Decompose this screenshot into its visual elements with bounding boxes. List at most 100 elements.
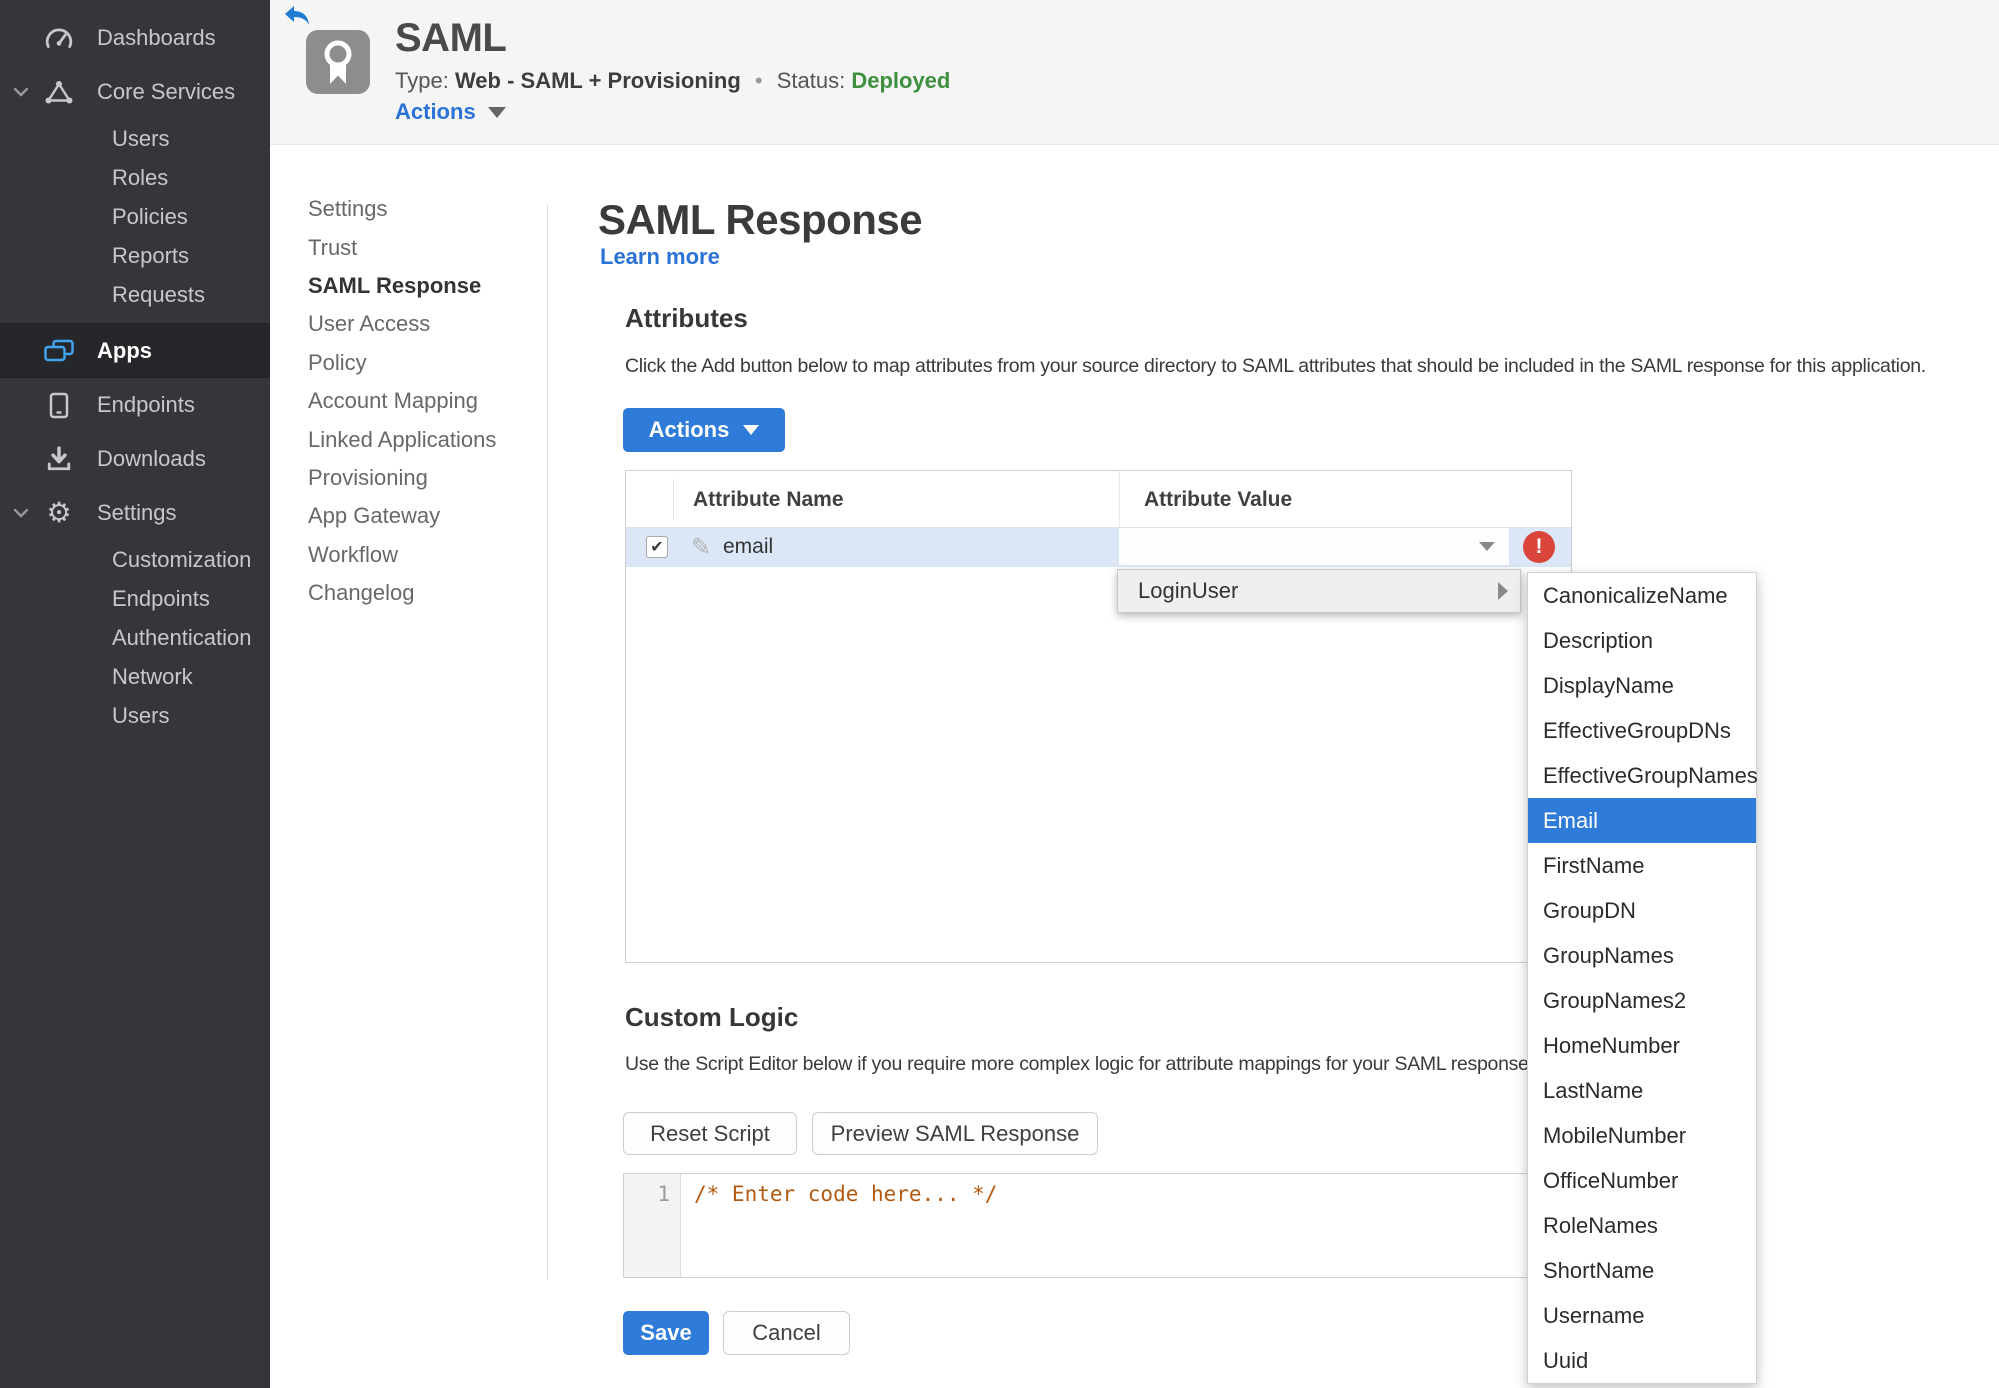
option-mobilenumber[interactable]: MobileNumber — [1528, 1113, 1756, 1158]
sidebar-label: Endpoints — [97, 392, 195, 417]
sidebar-item-settings-endpoints[interactable]: Endpoints — [0, 579, 270, 618]
sidebar-item-downloads[interactable]: Downloads — [0, 432, 270, 486]
script-editor[interactable]: 1 /* Enter code here... */ — [623, 1173, 1553, 1278]
subnav-item-account-mapping[interactable]: Account Mapping — [308, 382, 538, 420]
sidebar-item-reports[interactable]: Reports — [0, 236, 270, 275]
option-groupdn[interactable]: GroupDN — [1528, 888, 1756, 933]
column-divider — [1119, 471, 1120, 527]
sidebar-item-requests[interactable]: Requests — [0, 275, 270, 314]
chevron-down-icon[interactable] — [13, 508, 31, 518]
sidebar-item-users[interactable]: Users — [0, 119, 270, 158]
subnav-item-linked-applications[interactable]: Linked Applications — [308, 420, 538, 458]
value-menu-root-label: LoginUser — [1138, 578, 1239, 603]
subnav-item-policy[interactable]: Policy — [308, 344, 538, 382]
sidebar-sublabel: Reports — [112, 242, 190, 268]
error-icon: ! — [1523, 531, 1555, 563]
sidebar-sublabel: Network — [112, 663, 193, 689]
sidebar: Dashboards Core Services Users Roles Pol… — [0, 0, 270, 1388]
option-email[interactable]: Email — [1528, 798, 1756, 843]
sidebar-item-endpoints[interactable]: Endpoints — [0, 378, 270, 432]
page-title: SAML Response — [598, 196, 923, 243]
sidebar-sublabel: Endpoints — [112, 585, 210, 611]
attribute-value-select[interactable] — [1119, 528, 1509, 565]
sidebar-sublabel: Requests — [112, 281, 205, 307]
cancel-button[interactable]: Cancel — [723, 1311, 850, 1355]
header-actions-menu[interactable]: Actions — [395, 99, 506, 125]
sidebar-sublabel: Users — [112, 125, 170, 151]
sidebar-item-roles[interactable]: Roles — [0, 158, 270, 197]
attributes-heading: Attributes — [625, 303, 748, 333]
subnav-item-settings[interactable]: Settings — [308, 190, 538, 228]
back-arrow-icon[interactable] — [283, 5, 311, 27]
sidebar-item-customization[interactable]: Customization — [0, 540, 270, 579]
reset-script-button[interactable]: Reset Script — [623, 1112, 797, 1155]
sidebar-item-authentication[interactable]: Authentication — [0, 618, 270, 657]
attribute-name-cell: email — [723, 535, 774, 558]
option-officenumber[interactable]: OfficeNumber — [1528, 1158, 1756, 1203]
column-divider — [673, 479, 674, 519]
type-value: Web - SAML + Provisioning — [454, 68, 741, 93]
sidebar-item-dashboards[interactable]: Dashboards — [0, 11, 270, 65]
sidebar-label: Settings — [97, 500, 177, 525]
subnav-item-saml-response[interactable]: SAML Response — [308, 267, 538, 305]
caret-down-icon — [1479, 542, 1495, 551]
sidebar-item-network[interactable]: Network — [0, 657, 270, 696]
sidebar-label: Downloads — [97, 446, 206, 471]
apps-icon — [44, 339, 74, 363]
sidebar-label: Dashboards — [97, 25, 216, 50]
subnav-item-changelog[interactable]: Changelog — [308, 574, 538, 612]
save-button[interactable]: Save — [623, 1311, 709, 1355]
attributes-description: Click the Add button below to map attrib… — [625, 355, 1926, 377]
sidebar-sublabel: Roles — [112, 164, 169, 190]
table-header: Attribute Name Attribute Value — [626, 471, 1571, 528]
custom-logic-heading: Custom Logic — [625, 1002, 799, 1032]
row-checkbox[interactable]: ✔ — [646, 536, 668, 558]
learn-more-link[interactable]: Learn more — [600, 244, 720, 270]
option-firstname[interactable]: FirstName — [1528, 843, 1756, 888]
gear-icon: ⚙ — [46, 497, 72, 528]
sidebar-item-settings-users[interactable]: Users — [0, 696, 270, 735]
subnav-item-provisioning[interactable]: Provisioning — [308, 459, 538, 497]
sidebar-item-core-services[interactable]: Core Services — [0, 65, 270, 119]
award-ribbon-icon — [306, 30, 370, 94]
option-effectivegroupnames[interactable]: EffectiveGroupNames — [1528, 753, 1758, 798]
option-username[interactable]: Username — [1528, 1293, 1756, 1338]
option-groupnames2[interactable]: GroupNames2 — [1528, 978, 1756, 1023]
table-row[interactable]: ✔ ✎ email ! — [626, 528, 1571, 567]
subnav-item-app-gateway[interactable]: App Gateway — [308, 497, 538, 535]
attributes-actions-button[interactable]: Actions — [623, 408, 785, 452]
sidebar-item-policies[interactable]: Policies — [0, 197, 270, 236]
caret-right-icon — [1498, 582, 1508, 600]
sidebar-label: Apps — [97, 337, 152, 363]
option-rolenames[interactable]: RoleNames — [1528, 1203, 1756, 1248]
type-label: Type: — [395, 68, 449, 93]
core-services-icon — [44, 80, 74, 104]
subnav-item-trust[interactable]: Trust — [308, 228, 538, 266]
editor-code[interactable]: /* Enter code here... */ — [694, 1182, 997, 1206]
option-uuid[interactable]: Uuid — [1528, 1338, 1756, 1383]
option-homenumber[interactable]: HomeNumber — [1528, 1023, 1756, 1068]
app-title: SAML — [395, 16, 507, 60]
custom-logic-description: Use the Script Editor below if you requi… — [625, 1053, 1534, 1075]
option-description[interactable]: Description — [1528, 618, 1756, 663]
option-lastname[interactable]: LastName — [1528, 1068, 1756, 1113]
subnav-item-user-access[interactable]: User Access — [308, 305, 538, 343]
value-menu-root[interactable]: LoginUser — [1117, 569, 1521, 613]
separator-dot: • — [754, 68, 763, 93]
column-header-attribute-name: Attribute Name — [693, 487, 844, 511]
caret-down-icon — [743, 425, 760, 435]
option-effectivegroupdns[interactable]: EffectiveGroupDNs — [1528, 708, 1756, 753]
chevron-down-icon[interactable] — [13, 87, 31, 97]
option-displayname[interactable]: DisplayName — [1528, 663, 1756, 708]
option-shortname[interactable]: ShortName — [1528, 1248, 1756, 1293]
caret-down-icon — [487, 106, 506, 118]
option-canonicalizename[interactable]: CanonicalizeName — [1528, 573, 1756, 618]
sidebar-item-settings[interactable]: ⚙ Settings — [0, 486, 270, 540]
subnav-item-workflow[interactable]: Workflow — [308, 536, 538, 574]
preview-saml-response-button[interactable]: Preview SAML Response — [812, 1112, 1098, 1155]
option-groupnames[interactable]: GroupNames — [1528, 933, 1756, 978]
gauge-icon — [44, 26, 74, 50]
sidebar-sublabel: Users — [112, 702, 170, 728]
exclamation-glyph: ! — [1535, 535, 1543, 558]
sidebar-item-apps[interactable]: Apps — [0, 323, 270, 378]
